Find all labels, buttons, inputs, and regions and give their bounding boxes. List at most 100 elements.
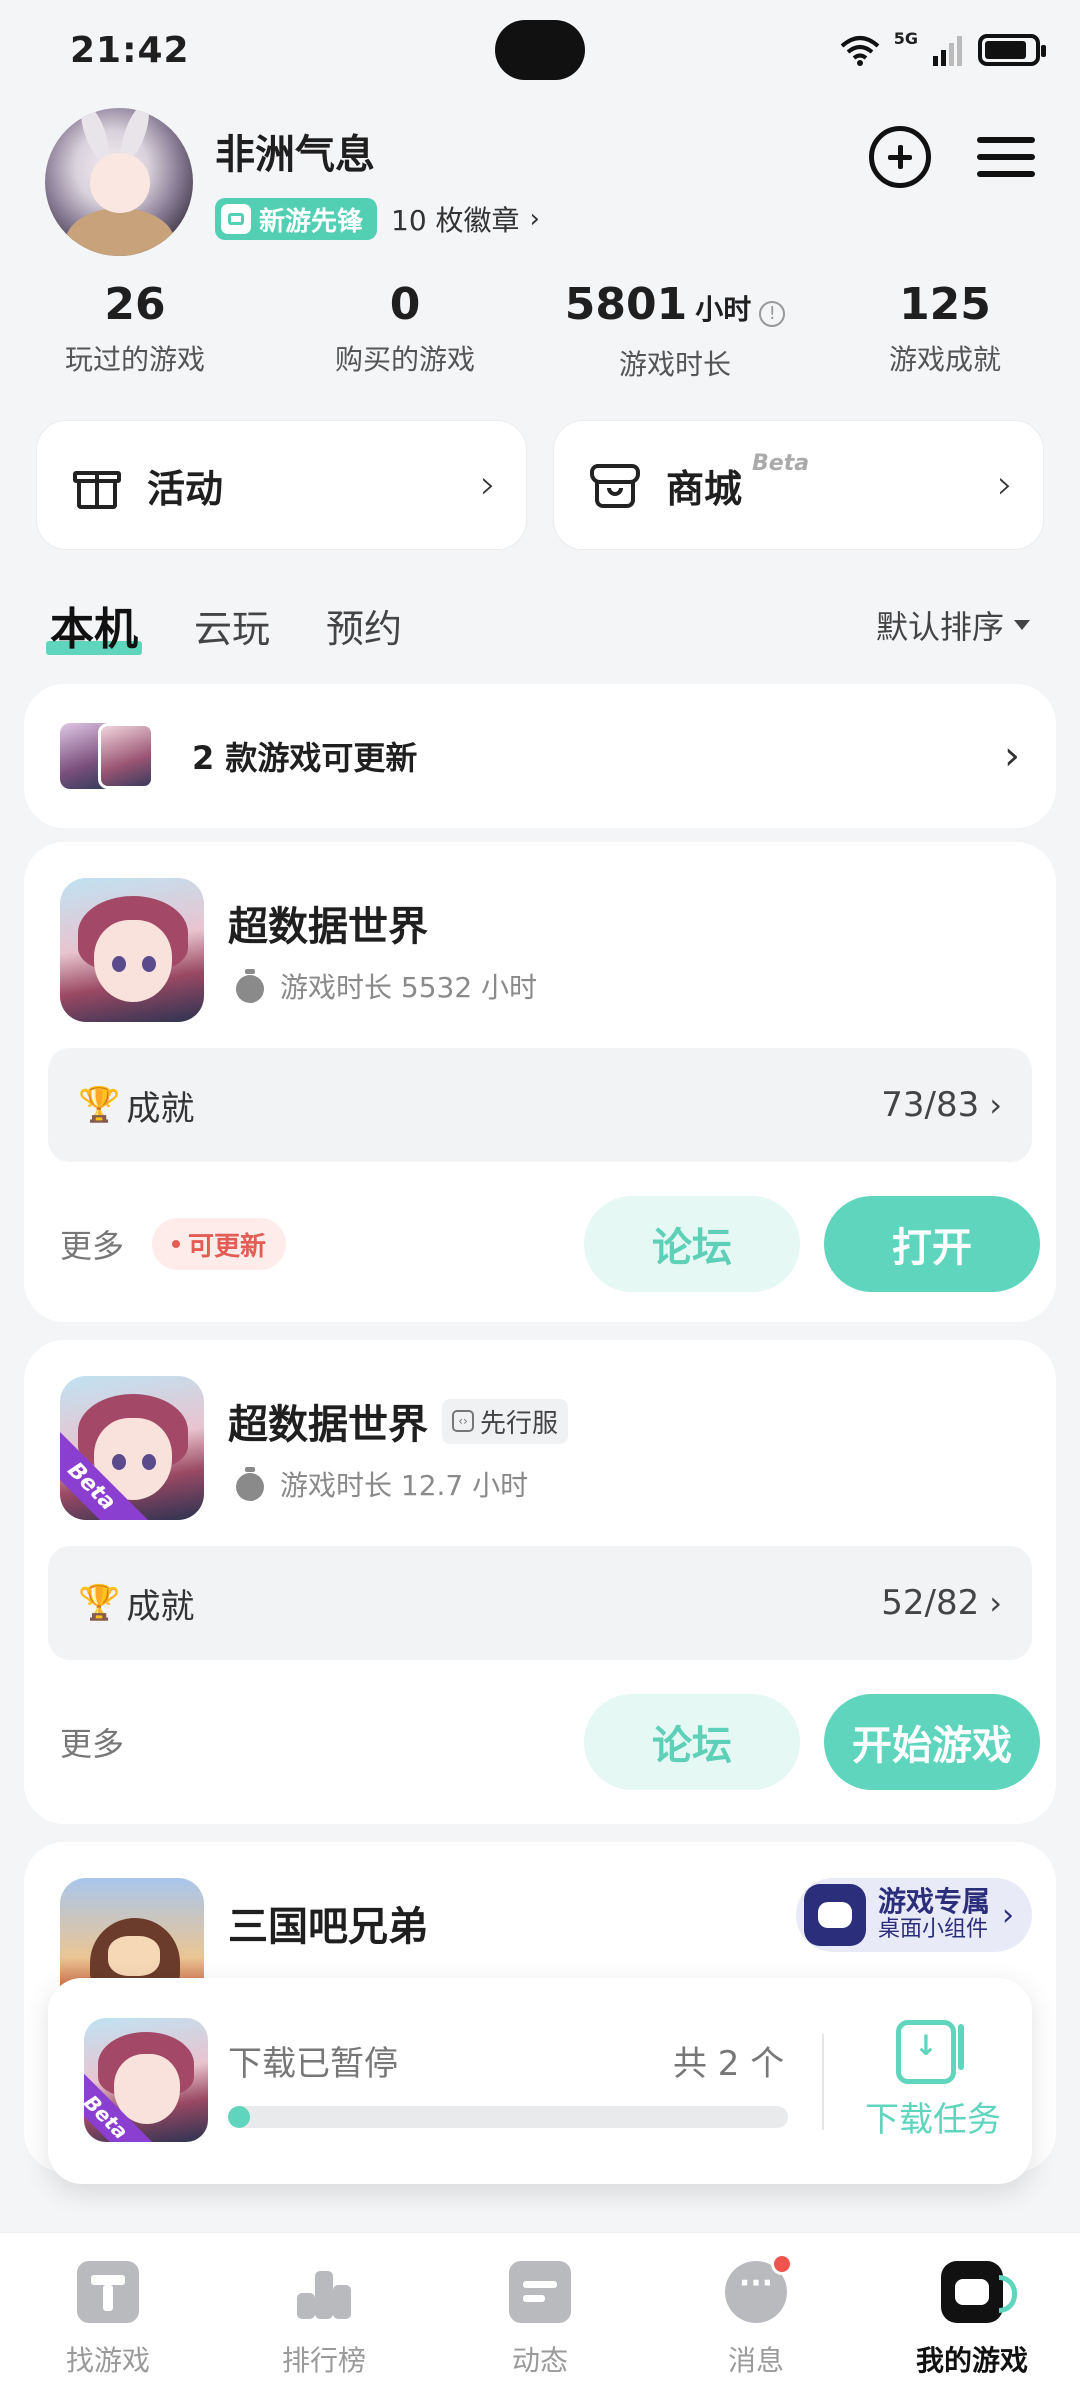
signal-icon xyxy=(933,36,962,66)
divider xyxy=(822,2034,824,2130)
controller-icon xyxy=(221,204,251,234)
quick-cards: 活动 › 商城 Beta › xyxy=(36,420,1044,550)
status-time: 21:42 xyxy=(70,29,190,71)
open-button[interactable]: 打开 xyxy=(824,1196,1040,1292)
stat-played-games[interactable]: 26 玩过的游戏 xyxy=(0,278,270,378)
caret-down-icon xyxy=(1014,620,1030,630)
download-status: 下载已暂停 xyxy=(228,2044,398,2084)
stat-achievements[interactable]: 125 游戏成就 xyxy=(810,278,1080,378)
server-tag: ‹› 先行服 xyxy=(442,1398,569,1444)
stat-value: 0 xyxy=(389,279,421,330)
medals-label: 10 枚徽章 xyxy=(391,204,520,237)
chevron-right-icon: › xyxy=(997,462,1013,508)
username[interactable]: 非洲气息 xyxy=(215,122,375,180)
game-title[interactable]: 超数据世界 xyxy=(228,894,428,952)
nav-messages[interactable]: 消息 xyxy=(648,2233,864,2400)
achievement-row[interactable]: 🏆 成就 73/83 › xyxy=(48,1048,1032,1162)
stat-label: 游戏成就 xyxy=(888,343,1001,376)
unread-dot xyxy=(771,2253,793,2275)
avatar[interactable] xyxy=(45,108,193,256)
medals-link[interactable]: 10 枚徽章 › xyxy=(391,199,540,239)
trophy-icon: 🏆 xyxy=(78,1085,121,1125)
store-icon xyxy=(590,460,640,510)
nav-ranking[interactable]: 排行榜 xyxy=(216,2233,432,2400)
stat-playtime[interactable]: 5801 小时 ! 游戏时长 xyxy=(540,278,810,381)
update-banner[interactable]: 2 款游戏可更新 › xyxy=(24,684,1056,828)
top-actions xyxy=(869,126,1035,188)
update-tag[interactable]: 可更新 xyxy=(152,1218,287,1270)
download-count: 共 2 个 xyxy=(673,2044,785,2084)
stopwatch-icon xyxy=(234,1467,266,1501)
game-tabs: 本机 云玩 预约 默认排序 xyxy=(46,590,1030,660)
game-icon[interactable]: Beta xyxy=(60,1376,204,1520)
stat-purchased-games[interactable]: 0 购买的游戏 xyxy=(270,278,540,378)
game-title[interactable]: 超数据世界 ‹› 先行服 xyxy=(228,1392,569,1450)
stat-label: 购买的游戏 xyxy=(334,343,475,376)
trophy-icon: 🏆 xyxy=(78,1583,121,1623)
stopwatch-icon xyxy=(234,969,266,1003)
achievement-count: 73/83 xyxy=(881,1085,980,1125)
beta-tag: Beta xyxy=(752,450,810,476)
tab-local[interactable]: 本机 xyxy=(46,593,142,657)
game-playtime: 游戏时长 5532 小时 xyxy=(234,966,537,1006)
badge-row: 新游先锋 10 枚徽章 › xyxy=(215,198,540,240)
game-title-text: 三国吧兄弟 xyxy=(228,1904,428,1950)
game-title[interactable]: 三国吧兄弟 xyxy=(228,1894,428,1952)
download-icon: ↓ xyxy=(896,2018,970,2084)
feed-icon xyxy=(509,2261,571,2323)
game-title-text: 超数据世界 xyxy=(228,904,428,950)
forum-button[interactable]: 论坛 xyxy=(584,1196,800,1292)
download-progress-bar xyxy=(228,2106,788,2128)
download-tasks-label: 下载任务 xyxy=(865,2100,1001,2140)
download-game-icon: Beta xyxy=(84,2018,208,2142)
nav-label: 消息 xyxy=(727,2344,784,2377)
find-games-icon xyxy=(77,2261,139,2323)
update-game-icons xyxy=(60,723,170,789)
stat-label: 游戏时长 xyxy=(618,348,731,381)
nav-label: 找游戏 xyxy=(65,2344,150,2377)
forum-button[interactable]: 论坛 xyxy=(584,1694,800,1790)
store-card[interactable]: 商城 Beta › xyxy=(553,420,1044,550)
widget-subtitle: 桌面小组件 xyxy=(877,1917,988,1942)
nav-my-games[interactable]: 我的游戏 xyxy=(864,2233,1080,2400)
achievement-label: 成就 xyxy=(126,1586,195,1627)
activity-label: 活动 xyxy=(147,466,224,511)
stats-row: 26 玩过的游戏 0 购买的游戏 5801 小时 ! 游戏时长 125 游戏成就 xyxy=(0,278,1080,381)
activity-card[interactable]: 活动 › xyxy=(36,420,527,550)
nav-label: 我的游戏 xyxy=(915,2344,1028,2377)
update-text: 2 款游戏可更新 xyxy=(192,739,418,777)
add-icon[interactable] xyxy=(869,126,931,188)
stat-value: 125 xyxy=(899,279,991,330)
menu-icon[interactable] xyxy=(977,126,1035,188)
download-tasks-button[interactable]: ↓ 下载任务 xyxy=(848,2018,1018,2141)
achievement-row[interactable]: 🏆 成就 52/82 › xyxy=(48,1546,1032,1660)
nav-label: 动态 xyxy=(511,2344,568,2377)
level-badge[interactable]: 新游先锋 xyxy=(215,198,378,240)
chevron-right-icon: › xyxy=(529,204,540,234)
server-tag-label: 先行服 xyxy=(480,1408,559,1439)
sort-dropdown[interactable]: 默认排序 xyxy=(876,602,1030,648)
more-button[interactable]: 更多 xyxy=(60,1719,124,1765)
nav-feed[interactable]: 动态 xyxy=(432,2233,648,2400)
tab-cloud[interactable]: 云玩 xyxy=(194,598,270,653)
game-icon[interactable] xyxy=(60,878,204,1022)
start-game-button[interactable]: 开始游戏 xyxy=(824,1694,1040,1790)
status-icons: 5G xyxy=(840,29,1046,66)
bottom-nav: 找游戏 排行榜 动态 消息 我的游戏 xyxy=(0,2232,1080,2400)
nav-find-games[interactable]: 找游戏 xyxy=(0,2233,216,2400)
chevron-right-icon: › xyxy=(989,1086,1002,1124)
widget-promo[interactable]: 游戏专属 桌面小组件 › xyxy=(795,1878,1032,1952)
info-icon[interactable]: ! xyxy=(759,301,786,327)
network-label: 5G xyxy=(893,28,918,48)
tab-reserved[interactable]: 预约 xyxy=(326,598,402,653)
update-tag-label: 可更新 xyxy=(188,1231,267,1262)
dot-icon xyxy=(172,1240,181,1248)
achievement-count: 52/82 xyxy=(881,1583,980,1623)
gift-icon xyxy=(73,461,121,509)
playtime-text: 游戏时长 12.7 小时 xyxy=(280,1469,529,1502)
my-games-icon xyxy=(941,2261,1017,2323)
download-panel[interactable]: Beta 下载已暂停 共 2 个 ↓ 下载任务 xyxy=(48,1978,1032,2184)
store-label: 商城 xyxy=(666,466,743,511)
stat-label: 玩过的游戏 xyxy=(64,343,205,376)
more-button[interactable]: 更多 xyxy=(60,1221,124,1267)
